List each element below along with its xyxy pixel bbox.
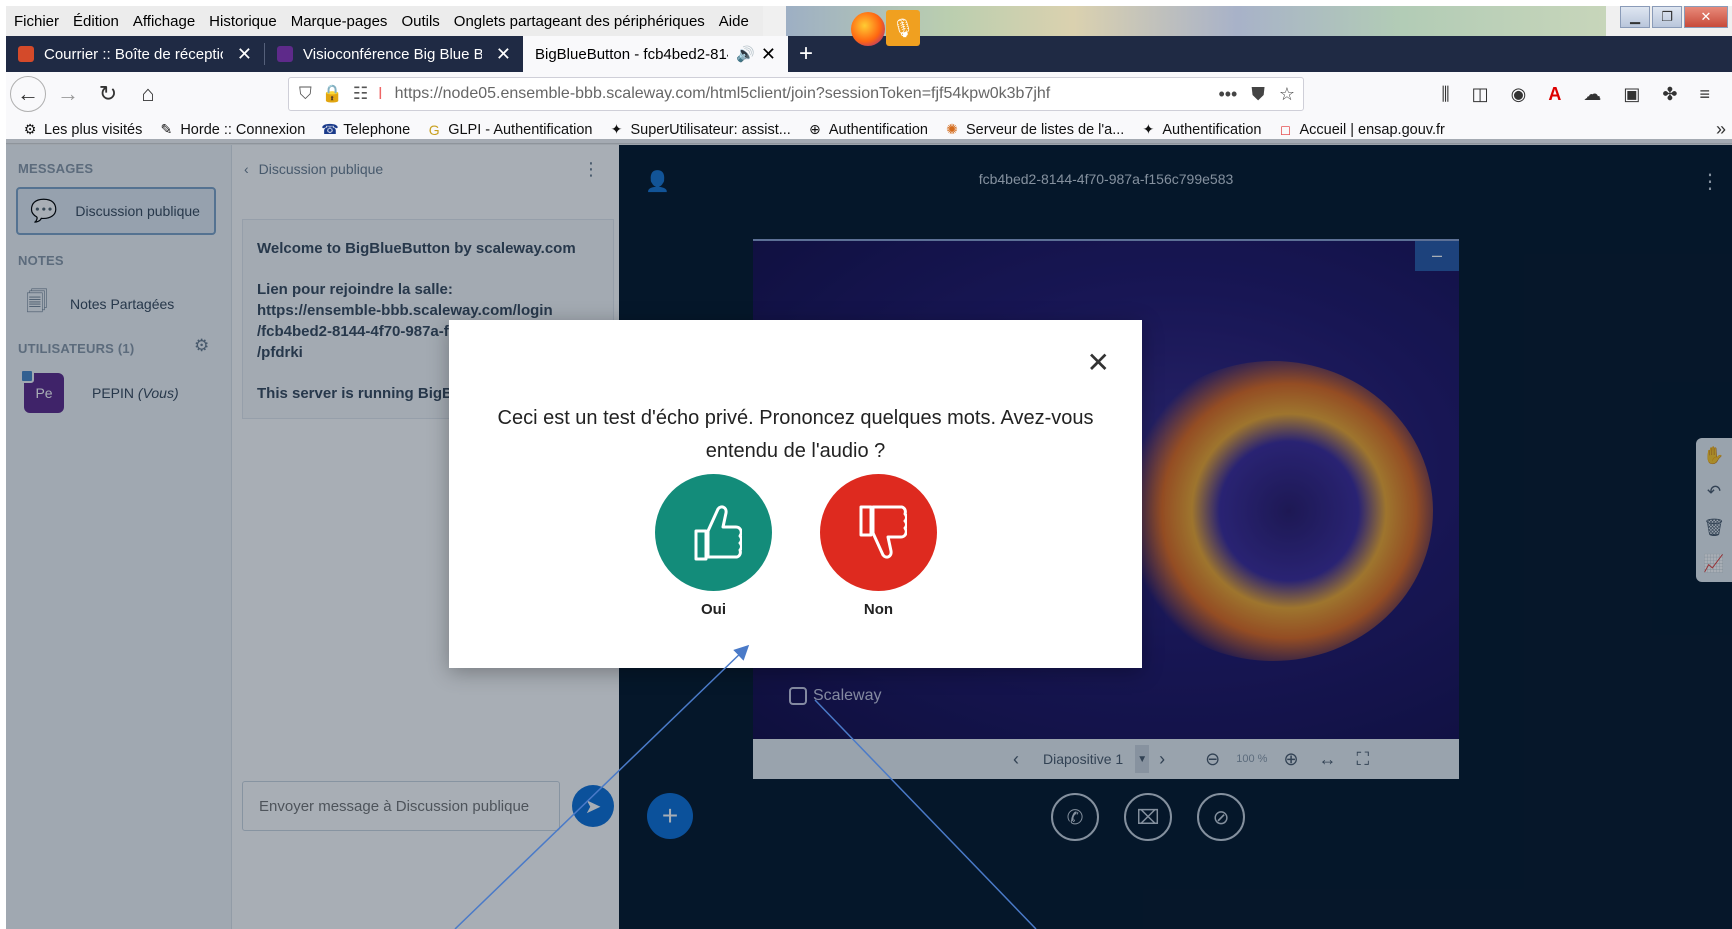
tab-mail[interactable]: Courrier :: Boîte de réception ✕ [6, 36, 264, 72]
new-tab-button[interactable]: + [788, 36, 824, 72]
menu-aide[interactable]: Aide [719, 13, 749, 30]
permissions-icon[interactable]: ☷ [353, 84, 368, 104]
menu-onglets-partageant[interactable]: Onglets partageant des périphériques [454, 13, 705, 30]
url-actions: ••• ⛊ ☆ [1204, 84, 1295, 105]
echo-yes-button[interactable]: Oui [655, 474, 772, 618]
close-tab-icon[interactable]: ✕ [237, 44, 252, 65]
window-controls: ▁ ❐ ✕ [1618, 6, 1728, 28]
reload-button[interactable]: ↻ [90, 76, 126, 112]
close-tab-icon[interactable]: ✕ [761, 44, 776, 65]
bookmark-label: Serveur de listes de l'a... [966, 121, 1125, 138]
echo-test-question: Ceci est un test d'écho privé. Prononcez… [497, 407, 1094, 462]
account-icon[interactable]: ◉ [1511, 84, 1527, 105]
menu-outils[interactable]: Outils [401, 13, 439, 30]
bookmark-les-plus-visites[interactable]: ⚙ Les plus visités [22, 121, 143, 138]
bookmark-label: Horde :: Connexion [180, 121, 306, 138]
extension-icon[interactable]: ▣ [1623, 84, 1640, 105]
bookmark-label: GLPI - Authentification [448, 121, 593, 138]
home-button[interactable]: ⌂ [130, 76, 166, 112]
shield-icon[interactable]: ⛉ [299, 84, 312, 104]
bookmark-authentification-1[interactable]: ⊕ Authentification [807, 121, 928, 138]
echo-no-button[interactable]: Non [820, 474, 937, 618]
bookmark-glpi[interactable]: G GLPI - Authentification [426, 121, 593, 138]
close-window-button[interactable]: ✕ [1684, 6, 1728, 28]
menu-marque-pages[interactable]: Marque-pages [291, 13, 388, 30]
maximize-window-button[interactable]: ❐ [1652, 6, 1682, 28]
marianne-icon: ✦ [610, 121, 623, 137]
pocket-icon[interactable]: ⛊ [1251, 84, 1265, 105]
thumbs-up-icon [694, 504, 742, 560]
firefox-icon [851, 12, 885, 46]
thumbs-down-circle[interactable] [820, 474, 937, 591]
close-tab-icon[interactable]: ✕ [496, 44, 511, 65]
bookmark-serveur-listes[interactable]: ✺ Serveur de listes de l'a... [944, 121, 1124, 138]
phone-icon: ☎ [321, 121, 339, 137]
bookmark-star-icon[interactable]: ☆ [1279, 84, 1295, 105]
bookmark-label: Les plus visités [44, 121, 143, 138]
bookmark-ensap[interactable]: □ Accueil | ensap.gouv.fr [1277, 121, 1445, 138]
toolbar-right: ⫼ ◫ ◉ A ☁ ▣ ✤ ≡ [1441, 72, 1732, 116]
tab-bigbluebutton[interactable]: BigBlueButton - fcb4bed2-8144 🔊 ✕ [523, 36, 788, 72]
menu-fichier[interactable]: Fichier [14, 13, 59, 30]
thumbs-down-icon [859, 505, 907, 559]
forward-button[interactable]: → [50, 76, 86, 112]
lists-icon: ✺ [946, 121, 958, 137]
back-button[interactable]: ← [10, 76, 46, 112]
menu-affichage[interactable]: Affichage [133, 13, 195, 30]
gear-icon: ⚙ [23, 121, 37, 137]
bookmark-label: Telephone [343, 121, 411, 138]
url-bar[interactable]: ⛉ 🔒 ☷ ǀ https://node05.ensemble-bbb.scal… [288, 77, 1304, 111]
mail-icon [18, 46, 34, 62]
bookmark-label: Accueil | ensap.gouv.fr [1299, 121, 1445, 138]
horde-icon: ✎ [160, 121, 173, 137]
yes-label: Oui [701, 601, 726, 618]
bookmark-label: Authentification [828, 121, 928, 138]
menu-historique[interactable]: Historique [209, 13, 277, 30]
echo-test-modal: ✕ Ceci est un test d'écho privé. Prononc… [449, 320, 1142, 668]
library-icon[interactable]: ⫼ [1441, 84, 1449, 105]
navigation-bar: ← → ↻ ⌂ ⛉ 🔒 ☷ ǀ https://node05.ensemble-… [6, 72, 1732, 116]
glpi-icon: G [428, 121, 440, 138]
bbb-icon [277, 46, 293, 62]
puzzle-extension-icon[interactable]: ✤ [1662, 84, 1677, 105]
bookmark-telephone[interactable]: ☎ Telephone [321, 121, 410, 138]
globe-icon: ⊕ [808, 121, 821, 137]
tab-visioconference[interactable]: Visioconférence Big Blue Butto ✕ [265, 36, 523, 72]
ensap-icon: □ [1281, 121, 1290, 138]
microphone-indicator-icon[interactable]: 🎙 [886, 10, 920, 46]
more-bookmarks-icon[interactable]: » [1716, 119, 1726, 140]
menu-edition[interactable]: Édition [73, 13, 119, 30]
thumbs-up-circle[interactable] [655, 474, 772, 591]
bookmark-authentification-2[interactable]: ✦ Authentification [1140, 121, 1261, 138]
lock-icon[interactable]: 🔒 [322, 84, 343, 104]
acrobat-icon[interactable]: A [1548, 84, 1561, 105]
hamburger-menu-icon[interactable]: ≡ [1699, 84, 1710, 105]
menu-bar: Fichier Édition Affichage Historique Mar… [6, 6, 763, 36]
browser-window: Fichier Édition Affichage Historique Mar… [6, 6, 1732, 929]
tab-label: Visioconférence Big Blue Butto [303, 45, 482, 63]
marianne-icon: ✦ [1142, 121, 1155, 137]
bookmark-label: Authentification [1162, 121, 1262, 138]
cloud-extension-icon[interactable]: ☁ [1583, 84, 1601, 105]
bookmark-horde[interactable]: ✎ Horde :: Connexion [158, 121, 305, 138]
speaker-icon[interactable]: 🔊 [736, 45, 755, 63]
bookmark-label: SuperUtilisateur: assist... [630, 121, 791, 138]
sidebar-icon[interactable]: ◫ [1472, 84, 1489, 105]
microphone-permission-icon[interactable]: ǀ [378, 84, 382, 104]
page-actions-icon[interactable]: ••• [1218, 84, 1237, 105]
no-label: Non [863, 601, 894, 618]
minimize-window-button[interactable]: ▁ [1620, 6, 1650, 28]
url-text[interactable]: https://node05.ensemble-bbb.scaleway.com… [395, 85, 1051, 103]
bookmark-superutilisateur[interactable]: ✦ SuperUtilisateur: assist... [608, 121, 791, 138]
tab-label: Courrier :: Boîte de réception [44, 45, 223, 63]
tab-label: BigBlueButton - fcb4bed2-8144 [535, 45, 729, 63]
close-modal-icon[interactable]: ✕ [1087, 346, 1110, 379]
